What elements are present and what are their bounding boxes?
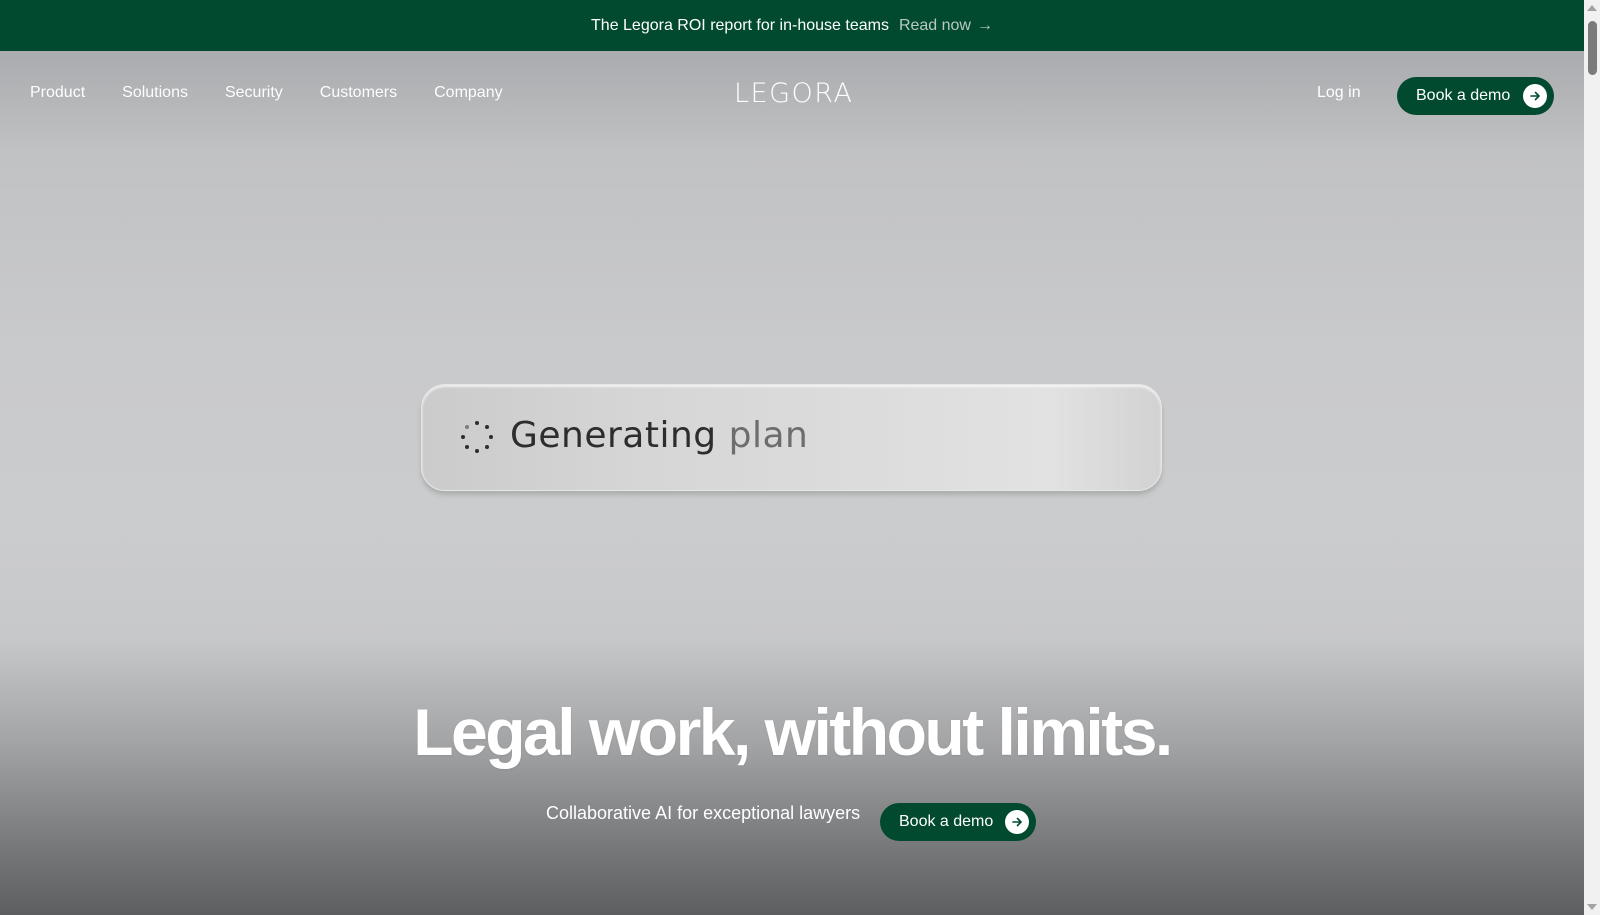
login-link[interactable]: Log in — [1317, 84, 1361, 102]
announcement-message: The Legora ROI report for in-house teams — [591, 16, 889, 34]
arrow-right-icon[interactable]: → — [977, 17, 993, 35]
page-scrollbar[interactable] — [1584, 0, 1600, 915]
nav-item-security[interactable]: Security — [225, 84, 283, 102]
hero-subtitle: Collaborative AI for exceptional lawyers — [546, 803, 861, 823]
nav-item-company[interactable]: Company — [434, 84, 502, 102]
scroll-up-arrow-icon[interactable] — [1587, 5, 1597, 11]
status-main-text: Generating — [510, 415, 717, 456]
arrow-right-circle-icon — [1523, 84, 1547, 108]
scroll-down-arrow-icon[interactable] — [1587, 904, 1597, 910]
hero-subtitle-row: Collaborative AI for exceptional lawyers — [546, 803, 860, 824]
generating-plan-status: Generating plan — [510, 415, 808, 456]
scrollbar-thumb[interactable] — [1588, 21, 1597, 75]
book-demo-label: Book a demo — [1416, 87, 1511, 104]
nav-item-product[interactable]: Product — [30, 84, 85, 102]
legora-logo[interactable]: LEGORA — [734, 78, 853, 109]
nav-item-solutions[interactable]: Solutions — [122, 84, 188, 102]
book-demo-button-header[interactable]: Book a demo — [1397, 77, 1554, 115]
generating-plan-card: Generating plan — [421, 384, 1162, 491]
book-demo-label: Book a demo — [899, 813, 994, 830]
nav-item-customers[interactable]: Customers — [320, 84, 397, 102]
announcement-bar: The Legora ROI report for in-house teams… — [0, 0, 1584, 51]
hero-headline: Legal work, without limits. — [413, 695, 1173, 769]
loading-spinner-icon — [461, 421, 493, 453]
book-demo-button-hero[interactable]: Book a demo — [880, 803, 1036, 841]
arrow-right-circle-icon — [1005, 810, 1029, 834]
status-dim-text: plan — [728, 415, 809, 456]
nav-links: Product Solutions Security Customers Com… — [30, 84, 503, 102]
announcement-read-now-link[interactable]: Read now — [899, 17, 971, 35]
main-nav: Product Solutions Security Customers Com… — [0, 51, 1584, 137]
